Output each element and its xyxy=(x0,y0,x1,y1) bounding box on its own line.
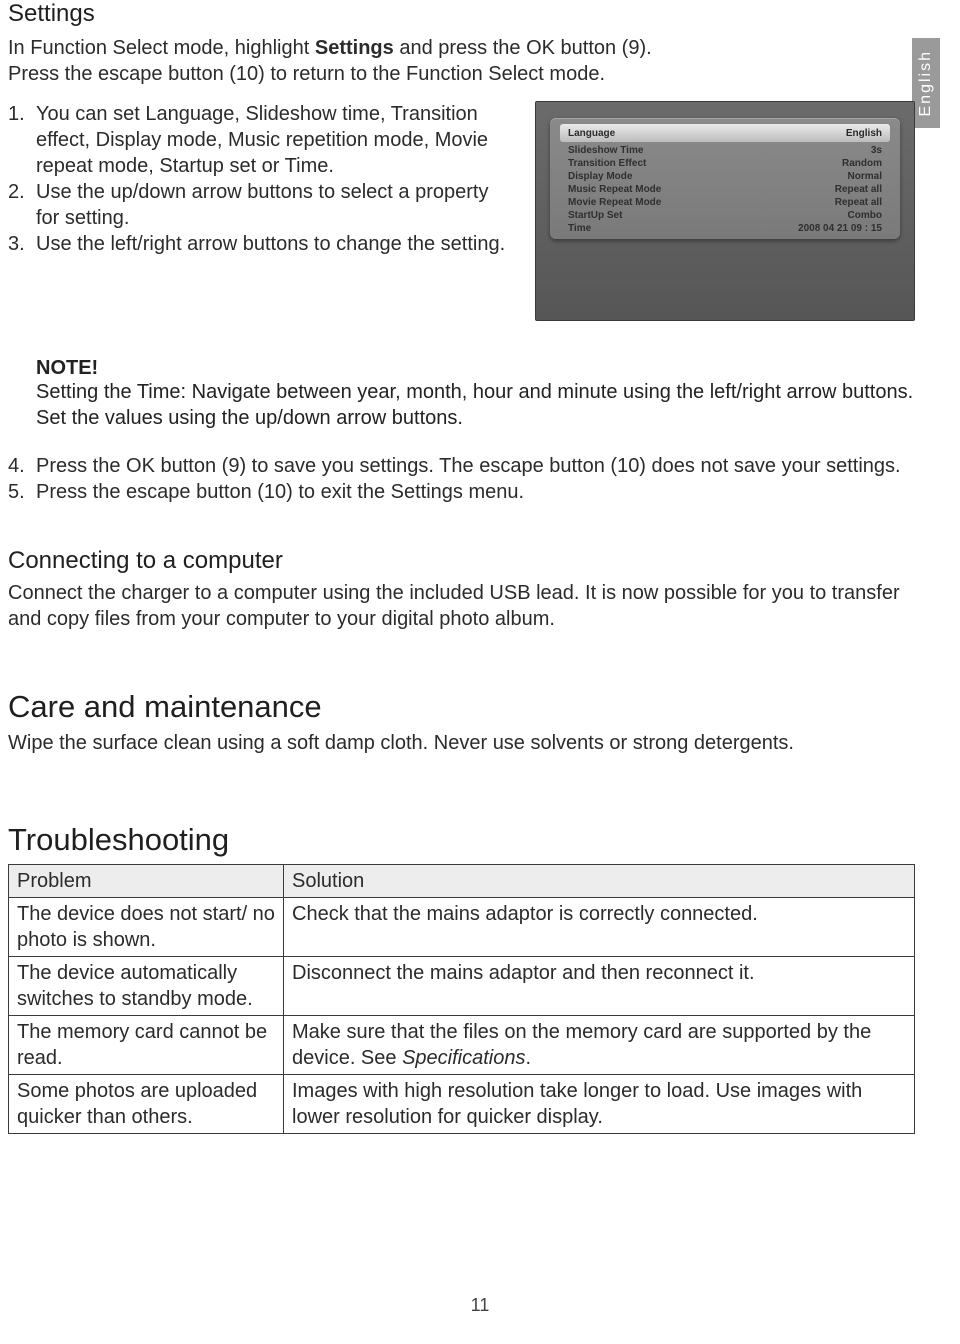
troubleshooting-table: Problem Solution The device does not sta… xyxy=(8,864,915,1134)
settings-screenshot: Language English Slideshow Time3s Transi… xyxy=(535,101,915,321)
note-text: Setting the Time: Navigate between year,… xyxy=(36,380,915,431)
care-heading: Care and maintenance xyxy=(8,689,915,725)
step-4: 4.Press the OK button (9) to save you se… xyxy=(36,453,915,479)
settings-row: Movie Repeat ModeRepeat all xyxy=(560,196,890,209)
settings-panel: Language English Slideshow Time3s Transi… xyxy=(550,118,900,239)
settings-row: Display ModeNormal xyxy=(560,170,890,183)
settings-row: Transition EffectRandom xyxy=(560,157,890,170)
settings-heading: Settings xyxy=(8,0,915,28)
settings-steps-b: 4.Press the OK button (9) to save you se… xyxy=(8,453,915,505)
th-solution: Solution xyxy=(284,865,915,898)
settings-steps-a: 1.You can set Language, Slideshow time, … xyxy=(8,101,517,257)
th-problem: Problem xyxy=(9,865,284,898)
language-tab-label: English xyxy=(917,50,935,116)
step-2: 2.Use the up/down arrow buttons to selec… xyxy=(36,179,517,231)
settings-row: Music Repeat ModeRepeat all xyxy=(560,183,890,196)
settings-row: Slideshow Time3s xyxy=(560,144,890,157)
table-row: The device does not start/ no photo is s… xyxy=(9,898,915,957)
table-row: The memory card cannot be read. Make sur… xyxy=(9,1016,915,1075)
table-row: The device automatically switches to sta… xyxy=(9,957,915,1016)
step-5: 5.Press the escape button (10) to exit t… xyxy=(36,479,915,505)
connecting-text: Connect the charger to a computer using … xyxy=(8,581,915,632)
settings-row: Time2008 04 21 09 : 15 xyxy=(560,222,890,235)
connecting-heading: Connecting to a computer xyxy=(8,547,915,575)
step-3: 3.Use the left/right arrow buttons to ch… xyxy=(36,231,517,257)
settings-row: StartUp SetCombo xyxy=(560,209,890,222)
step-1: 1.You can set Language, Slideshow time, … xyxy=(36,101,517,179)
table-row: Some photos are uploaded quicker than ot… xyxy=(9,1075,915,1134)
settings-intro: In Function Select mode, highlight Setti… xyxy=(8,36,915,87)
settings-row-selected: Language English xyxy=(560,124,890,142)
note-block: NOTE! Setting the Time: Navigate between… xyxy=(8,357,915,431)
troubleshooting-heading: Troubleshooting xyxy=(8,822,915,858)
care-text: Wipe the surface clean using a soft damp… xyxy=(8,731,915,757)
table-header-row: Problem Solution xyxy=(9,865,915,898)
page-number: 11 xyxy=(0,1295,960,1316)
note-title: NOTE! xyxy=(36,357,915,380)
language-tab: English xyxy=(912,38,940,128)
